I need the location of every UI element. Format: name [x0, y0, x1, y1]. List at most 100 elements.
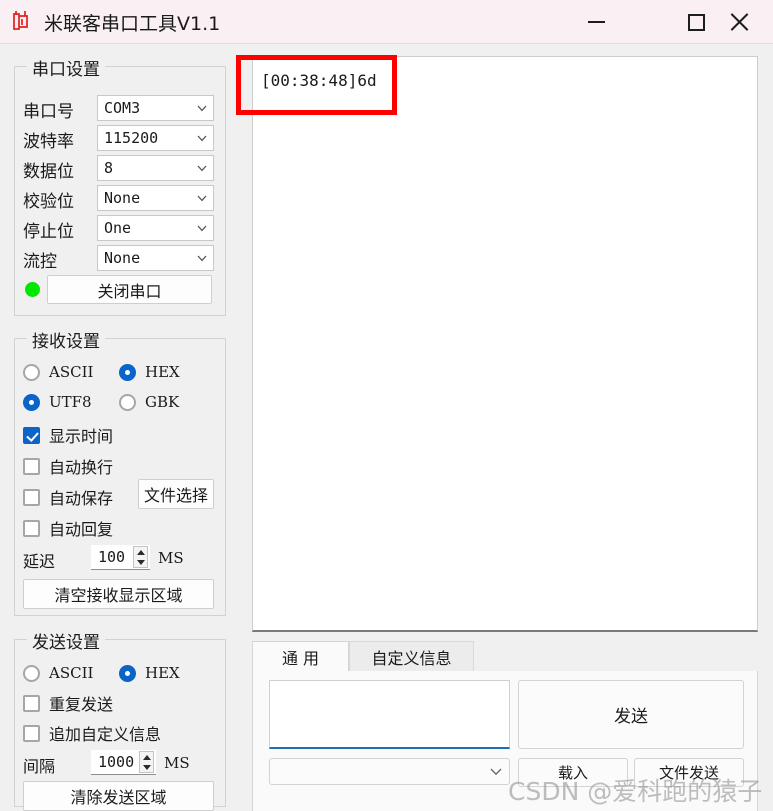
delay-value: 100	[98, 548, 126, 566]
clear-send-button[interactable]: 清除发送区域	[23, 781, 214, 811]
minimize-icon	[587, 21, 605, 23]
load-button[interactable]: 载入	[518, 758, 628, 787]
file-select-button[interactable]: 文件选择	[138, 479, 214, 509]
send-format-ascii-label: ASCII	[49, 664, 94, 682]
window-title: 米联客串口工具V1.1	[44, 13, 221, 35]
send-settings-title: 发送设置	[27, 628, 105, 653]
auto-save-checkbox[interactable]: 自动保存	[23, 485, 113, 509]
auto-save-label: 自动保存	[49, 489, 114, 508]
receive-encoding-gbk-radio[interactable]: GBK	[119, 393, 179, 411]
show-time-label: 显示时间	[49, 427, 114, 446]
parity-combobox[interactable]: None	[97, 185, 214, 211]
flowcontrol-label: 流控	[23, 252, 57, 272]
receive-settings-group: 接收设置 ASCII HEX UTF8 GBK 显示时间 自动换行 自动保存 文…	[14, 327, 226, 616]
append-custom-info-label: 追加自定义信息	[49, 725, 162, 744]
flowcontrol-value: None	[104, 249, 141, 267]
delay-label: 延迟	[23, 552, 56, 571]
checkbox-icon	[23, 519, 40, 537]
receive-format-ascii-radio[interactable]: ASCII	[23, 363, 93, 381]
maximize-icon	[687, 13, 705, 31]
window-titlebar: 米联客串口工具V1.1	[0, 0, 773, 44]
serial-settings-group: 串口设置 串口号 COM3 波特率 115200 数据位 8 校验位 None	[14, 55, 226, 316]
toggle-serial-button[interactable]: 关闭串口	[47, 275, 212, 304]
receive-encoding-utf8-label: UTF8	[49, 393, 92, 411]
maximize-button[interactable]	[673, 0, 719, 44]
parity-label: 校验位	[23, 192, 74, 212]
tab-custom-info[interactable]: 自定义信息	[349, 641, 474, 672]
close-icon	[728, 11, 750, 33]
receive-settings-title: 接收设置	[27, 327, 105, 352]
baudrate-label: 波特率	[23, 132, 74, 152]
databits-value: 8	[104, 159, 114, 177]
baudrate-combobox[interactable]: 115200	[97, 125, 214, 151]
radio-icon	[23, 393, 40, 411]
tab-general[interactable]: 通 用	[252, 641, 349, 672]
interval-value: 1000	[98, 753, 135, 771]
databits-combobox[interactable]: 8	[97, 155, 214, 181]
checkbox-icon	[23, 724, 40, 742]
append-custom-info-checkbox[interactable]: 追加自定义信息	[23, 721, 161, 745]
stopbits-label: 停止位	[23, 222, 74, 242]
receive-format-hex-radio[interactable]: HEX	[119, 363, 180, 381]
chevron-down-icon	[197, 255, 207, 264]
clear-receive-button[interactable]: 清空接收显示区域	[23, 579, 214, 609]
interval-unit: MS	[164, 754, 190, 772]
delay-unit: MS	[158, 549, 184, 567]
send-settings-group: 发送设置 ASCII HEX 重复发送 追加自定义信息 间隔 1000 MS 清…	[14, 628, 226, 811]
stopbits-value: One	[104, 219, 132, 237]
checkbox-icon	[23, 426, 40, 444]
interval-stepper-buttons[interactable]	[139, 751, 154, 773]
serial-tool-window: 米联客串口工具V1.1 串口设置 串口号 COM3 波特率 115200 数据位	[0, 0, 773, 811]
send-tabbar: 通 用 自定义信息	[252, 641, 758, 672]
minimize-button[interactable]	[573, 0, 619, 44]
flowcontrol-combobox[interactable]: None	[97, 245, 214, 271]
stepper-down-icon[interactable]	[142, 764, 151, 770]
receive-encoding-utf8-radio[interactable]: UTF8	[23, 393, 92, 411]
radio-icon	[23, 664, 40, 682]
radio-icon	[119, 393, 136, 411]
mlk-logo-icon	[7, 7, 37, 37]
radio-icon	[23, 363, 40, 381]
receive-display-text: [00:38:48]6d	[261, 71, 377, 90]
receive-display-area[interactable]: [00:38:48]6d	[252, 56, 758, 632]
receive-format-hex-label: HEX	[145, 363, 180, 381]
checkbox-icon	[23, 488, 40, 506]
delay-stepper[interactable]: 100	[91, 545, 150, 570]
send-input-textarea[interactable]	[269, 680, 510, 749]
show-time-checkbox[interactable]: 显示时间	[23, 423, 113, 447]
delay-stepper-buttons[interactable]	[133, 546, 148, 568]
stopbits-combobox[interactable]: One	[97, 215, 214, 241]
chevron-down-icon	[490, 768, 502, 777]
stepper-up-icon[interactable]	[136, 549, 145, 555]
send-format-hex-label: HEX	[145, 664, 180, 682]
parity-value: None	[104, 189, 141, 207]
radio-icon	[119, 664, 136, 682]
stepper-up-icon[interactable]	[142, 754, 151, 760]
port-value: COM3	[104, 99, 141, 117]
repeat-send-checkbox[interactable]: 重复发送	[23, 691, 113, 715]
send-panel: 发送 载入 文件发送	[252, 671, 758, 811]
chevron-down-icon	[197, 105, 207, 114]
file-send-button[interactable]: 文件发送	[634, 758, 744, 787]
send-format-hex-radio[interactable]: HEX	[119, 664, 180, 682]
receive-encoding-gbk-label: GBK	[145, 393, 180, 411]
chevron-down-icon	[197, 225, 207, 234]
interval-label: 间隔	[23, 757, 56, 776]
interval-stepper[interactable]: 1000	[91, 750, 156, 775]
radio-icon	[119, 363, 136, 381]
databits-label: 数据位	[23, 162, 74, 182]
checkbox-icon	[23, 694, 40, 712]
auto-wrap-checkbox[interactable]: 自动换行	[23, 454, 113, 478]
port-label: 串口号	[23, 102, 74, 122]
auto-reply-checkbox[interactable]: 自动回复	[23, 516, 113, 540]
checkbox-icon	[23, 457, 40, 475]
repeat-send-label: 重复发送	[49, 695, 114, 714]
stepper-down-icon[interactable]	[136, 559, 145, 565]
send-format-ascii-radio[interactable]: ASCII	[23, 664, 93, 682]
send-button[interactable]: 发送	[518, 680, 744, 749]
baudrate-value: 115200	[104, 129, 159, 147]
send-history-combobox[interactable]	[269, 758, 510, 785]
port-combobox[interactable]: COM3	[97, 95, 214, 121]
close-button[interactable]	[716, 0, 762, 44]
chevron-down-icon	[197, 195, 207, 204]
